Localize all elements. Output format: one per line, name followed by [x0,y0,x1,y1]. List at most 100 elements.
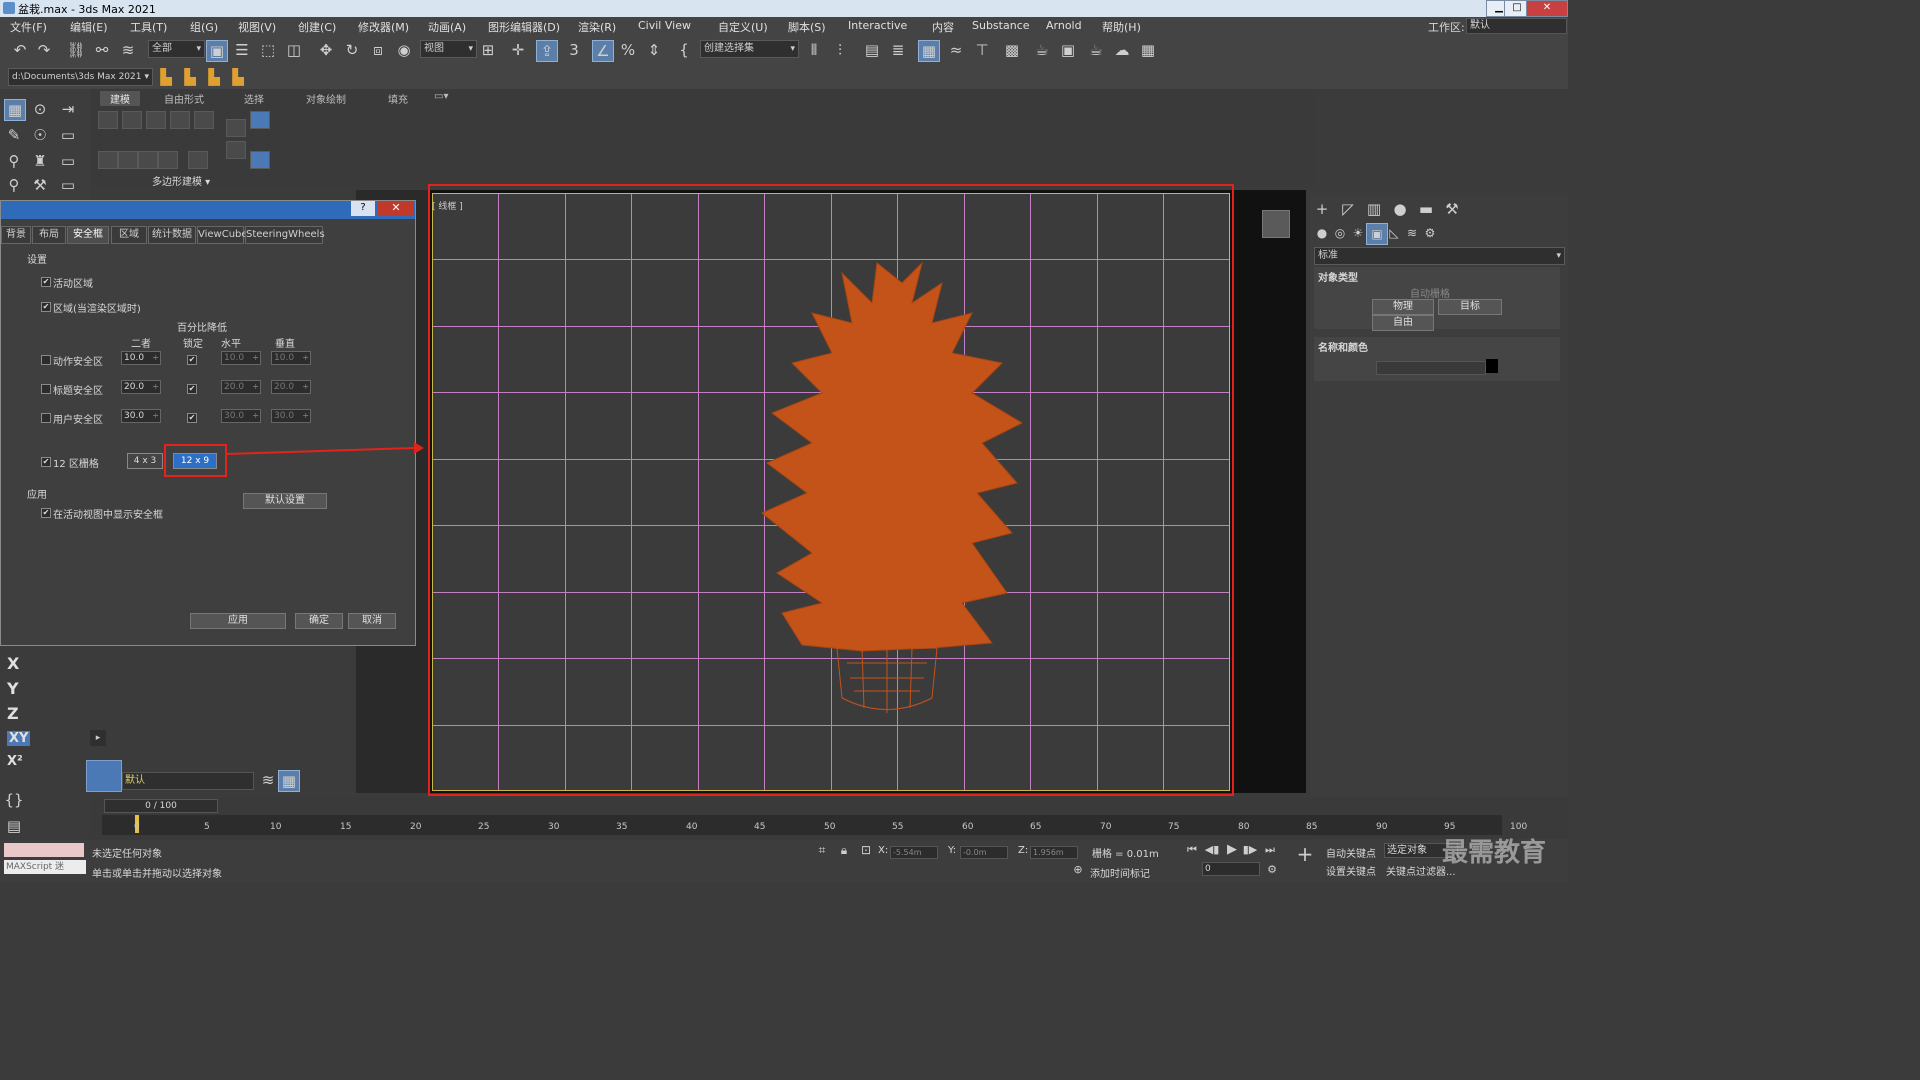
axis-z-button[interactable]: Z [7,704,19,723]
layer-dropdown[interactable]: 默认 [122,772,254,790]
ribbon-tool-2[interactable] [122,111,142,129]
target-camera-button[interactable]: 目标 [1438,299,1502,315]
ribbon-tool-10[interactable] [188,151,208,169]
coord-x-input[interactable]: -5.54m [890,846,938,859]
expand-track-icon[interactable]: ▸ [90,730,106,746]
modify-panel-icon[interactable]: ◸ [1338,199,1358,219]
user-safe-h[interactable]: 30.0 [221,409,261,423]
free-camera-button[interactable]: 自由 [1372,315,1434,331]
layer-stack-icon[interactable]: ≋ [258,770,278,790]
render-cloud-icon[interactable]: ☁ [1112,40,1132,60]
time-tag-icon[interactable]: ⊕ [1068,860,1088,880]
material-editor-icon[interactable]: ▩ [1002,40,1022,60]
named-selection-dropdown[interactable]: 创建选择集 [700,40,799,58]
spinner-snap-icon[interactable]: ⇕ [644,40,664,60]
menu-create[interactable]: 创建(C) [298,19,336,35]
autogrid-label[interactable]: 自动栅格 [1410,285,1450,300]
helpers-icon[interactable]: ◺ [1384,223,1404,243]
menu-substance[interactable]: Substance [972,19,1030,32]
action-safe-checkbox[interactable] [41,355,51,365]
viewport-tool-icon[interactable]: ⇥ [58,99,78,119]
maxscript-listener[interactable] [4,843,84,857]
camera-tool-icon[interactable]: ⊙ [30,99,50,119]
ribbon-tool-1[interactable] [98,111,118,129]
wrench-tool-icon[interactable]: ⚒ [30,175,50,195]
layer-explorer-icon[interactable]: ≣ [888,40,908,60]
utilities-panel-icon[interactable]: ⚒ [1442,199,1462,219]
mirror-icon[interactable]: ⫴ [804,40,824,60]
ribbon-tool-7[interactable] [118,151,138,169]
redo-icon[interactable]: ↷ [34,40,54,60]
axis-x-button[interactable]: X [7,654,19,673]
action-safe-v[interactable]: 10.0 [271,351,311,365]
menu-modifiers[interactable]: 修改器(M) [358,19,409,35]
select-manipulate-icon[interactable]: ✛ [508,40,528,60]
light-tool-icon[interactable]: ☉ [30,125,50,145]
ribbon-tool-4[interactable] [170,111,190,129]
ribbon-tool-5[interactable] [194,111,214,129]
coord-z-input[interactable]: 1.956m [1030,846,1078,859]
user-safe-checkbox[interactable] [41,413,51,423]
unlink-icon[interactable]: ⚯ [92,40,112,60]
action-safe-lock[interactable]: ✔ [187,355,197,365]
ref-coord-dropdown[interactable]: 视图 [420,40,477,58]
tab-regions[interactable]: 区域 [111,226,147,244]
grid-4x3-button[interactable]: 4 x 3 [127,453,163,469]
menu-arnold[interactable]: Arnold [1046,19,1082,32]
ribbon-group-label[interactable]: 多边形建模 ▾ [152,173,210,188]
window-crossing-icon[interactable]: ◫ [284,40,304,60]
pivot-icon[interactable]: ⊞ [478,40,498,60]
name-color-header[interactable]: 名称和颜色 [1318,339,1368,354]
layer-manager-icon[interactable]: ▦ [278,770,300,792]
hook-tool-icon[interactable]: ⚲ [4,151,24,171]
rendered-frame-icon[interactable]: ▣ [1058,40,1078,60]
shapes-icon[interactable]: ◎ [1330,223,1350,243]
shirt-tool-icon[interactable]: ♜ [30,151,50,171]
edit-named-sets-icon[interactable]: { [674,40,694,60]
save-scene-icon[interactable]: ▤ [4,816,24,836]
ribbon-tab-object-paint[interactable]: 对象绘制 [306,91,346,106]
ribbon-tool-13[interactable] [250,111,270,129]
render-iterative-icon[interactable]: ▦ [1138,40,1158,60]
curve-editor-icon[interactable]: ≈ [946,40,966,60]
select-by-name-icon[interactable]: ☰ [232,40,252,60]
link-icon[interactable]: ⛓ [66,40,86,60]
scale-icon[interactable]: ⧈ [368,40,388,60]
lights-icon[interactable]: ☀ [1348,223,1368,243]
box-tool-icon[interactable]: ▭ [58,151,78,171]
tab-statistics[interactable]: 统计数据 [148,226,196,244]
dialog-ok-button[interactable]: 确定 [295,613,343,629]
project-save-icon[interactable]: ▙ [204,67,224,87]
menu-content[interactable]: 内容 [932,19,954,35]
region-render-checkbox[interactable]: ✔ [41,302,51,312]
workspace-select[interactable]: 默认 [1466,18,1567,34]
isolate-icon[interactable]: ⌗ [812,840,832,860]
undo-icon[interactable]: ↶ [10,40,30,60]
object-name-input[interactable] [1376,361,1486,375]
menu-civil-view[interactable]: Civil View [638,19,691,32]
place-icon[interactable]: ◉ [394,40,414,60]
ribbon-tab-freeform[interactable]: 自由形式 [164,91,204,106]
tab-background[interactable]: 背景 [1,226,31,244]
menu-help[interactable]: 帮助(H) [1102,19,1141,35]
geometry-icon[interactable]: ● [1312,223,1332,243]
lock-selection-icon[interactable]: 🔒︎ [834,840,854,860]
render-production-icon[interactable]: ☕ [1086,40,1106,60]
toggle-ribbon-icon[interactable]: ▦ [918,40,940,62]
schematic-view-icon[interactable]: ⊤ [972,40,992,60]
maxscript-mini-input[interactable]: MAXScript 迷 [4,860,86,874]
user-safe-both[interactable]: 30.0 [121,409,161,423]
current-frame-input[interactable]: 0 [1202,862,1260,876]
close-button[interactable]: ✕ [1526,0,1568,17]
motion-panel-icon[interactable]: ● [1390,199,1410,219]
ribbon-tool-12[interactable] [226,141,246,159]
tab-layout[interactable]: 布局 [32,226,66,244]
ribbon-tool-8[interactable] [138,151,158,169]
user-safe-v[interactable]: 30.0 [271,409,311,423]
display-panel-icon[interactable]: ▬ [1416,199,1436,219]
physical-camera-button[interactable]: 物理 [1372,299,1434,315]
create-panel-icon[interactable]: + [1312,199,1332,219]
coord-y-input[interactable]: -0.0m [960,846,1008,859]
link-tool-icon[interactable]: ⚲ [4,175,24,195]
render-setup-icon[interactable]: ☕ [1032,40,1052,60]
